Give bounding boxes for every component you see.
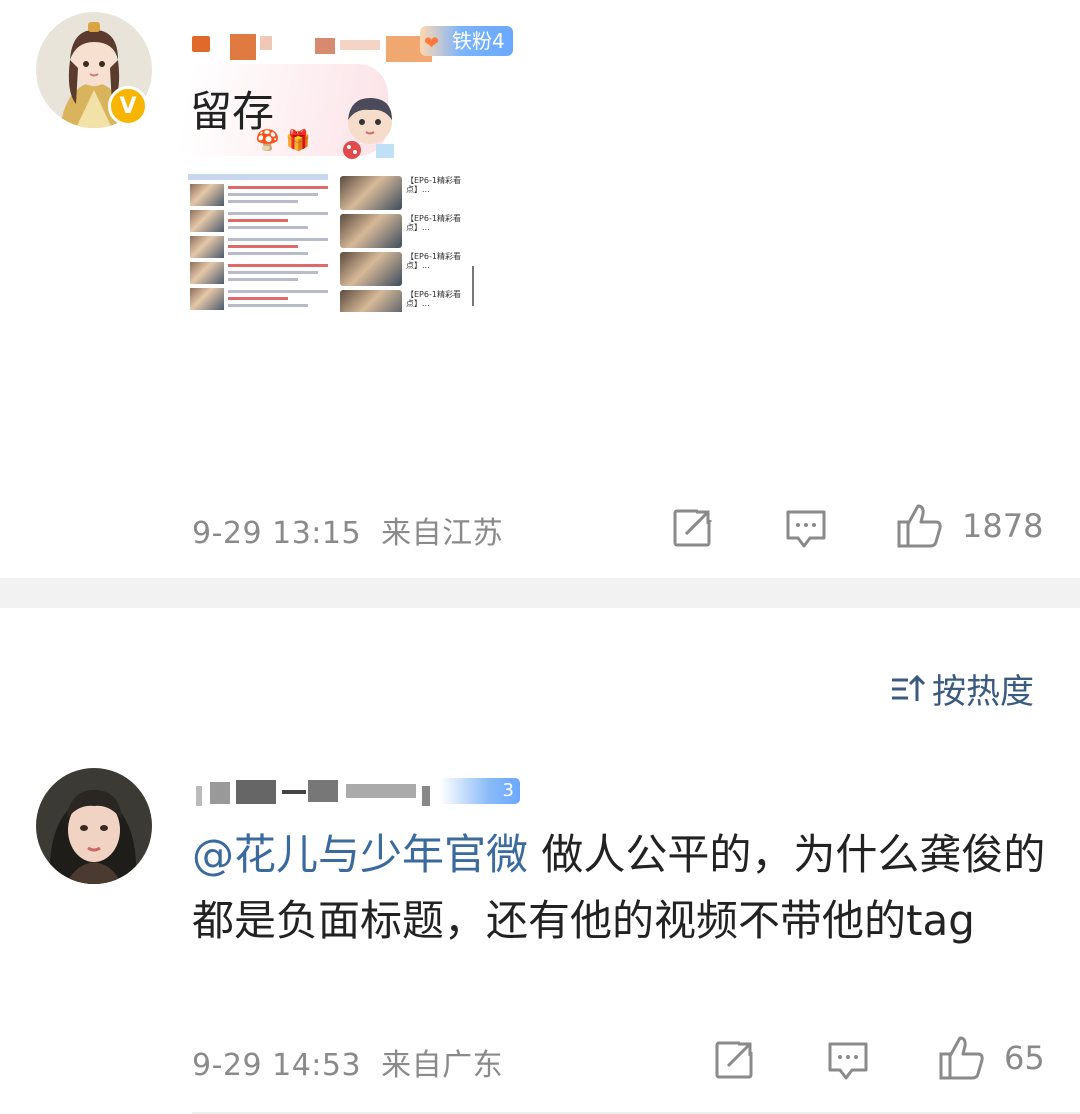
post-timestamp: 9-29 13:15 <box>192 516 362 551</box>
decor-icons: 🍄🎁 <box>255 128 317 152</box>
gift-icon: ❤ <box>424 33 440 54</box>
comment-button[interactable] <box>784 506 828 550</box>
post-meta: 9-29 13:15 来自江苏 <box>192 508 503 552</box>
sort-icon <box>892 674 926 701</box>
comment-icon <box>786 510 826 548</box>
share-icon <box>715 1038 756 1079</box>
comment-icon <box>828 1042 868 1080</box>
thumbs-up-icon <box>939 1036 984 1080</box>
sort-toggle[interactable]: 按热度 <box>890 664 1034 713</box>
commenter-fan-badge: 3 <box>440 778 520 804</box>
comment-like-count: 65 <box>1004 1039 1045 1077</box>
post-location: 来自江苏 <box>381 516 504 551</box>
comment-timestamp: 9-29 14:53 <box>192 1048 362 1083</box>
cartoon-sticker <box>330 92 410 162</box>
comment-location: 来自广东 <box>381 1048 504 1083</box>
share-icon <box>673 506 714 547</box>
mention-link[interactable]: @花儿与少年官微 <box>192 830 528 879</box>
thumbs-up-icon <box>897 504 942 548</box>
post-image-thumbnail[interactable]: 【EP6-1精彩看点】... 【EP6-1精彩看点】... 【EP6-1精彩看点… <box>188 170 478 312</box>
comment-reply-button[interactable] <box>826 1038 870 1082</box>
fan-level-badge: ❤ 铁粉4 <box>420 26 513 56</box>
sort-label: 按热度 <box>932 672 1034 712</box>
verified-badge: V <box>108 86 148 126</box>
like-button[interactable]: 1878 <box>896 502 1043 550</box>
section-divider <box>0 578 1080 608</box>
commenter-avatar[interactable] <box>36 768 152 884</box>
weibo-post: V ❤ 铁粉4 留存 🍄🎁 【EP6-1精彩看点】... 【EP6-1精彩看点】… <box>0 0 1080 578</box>
repost-button[interactable] <box>672 506 714 548</box>
comment-repost-button[interactable] <box>714 1038 756 1080</box>
comment-meta: 9-29 14:53 来自广东 <box>192 1040 503 1084</box>
commenter-name[interactable] <box>196 776 446 806</box>
comment-like-button[interactable]: 65 <box>938 1034 1045 1082</box>
post-author-name[interactable] <box>190 28 432 62</box>
like-count: 1878 <box>962 507 1044 545</box>
comment-text: @花儿与少年官微 做人公平的，为什么龚俊的都是负面标题，还有他的视频不带他的ta… <box>192 822 1052 954</box>
